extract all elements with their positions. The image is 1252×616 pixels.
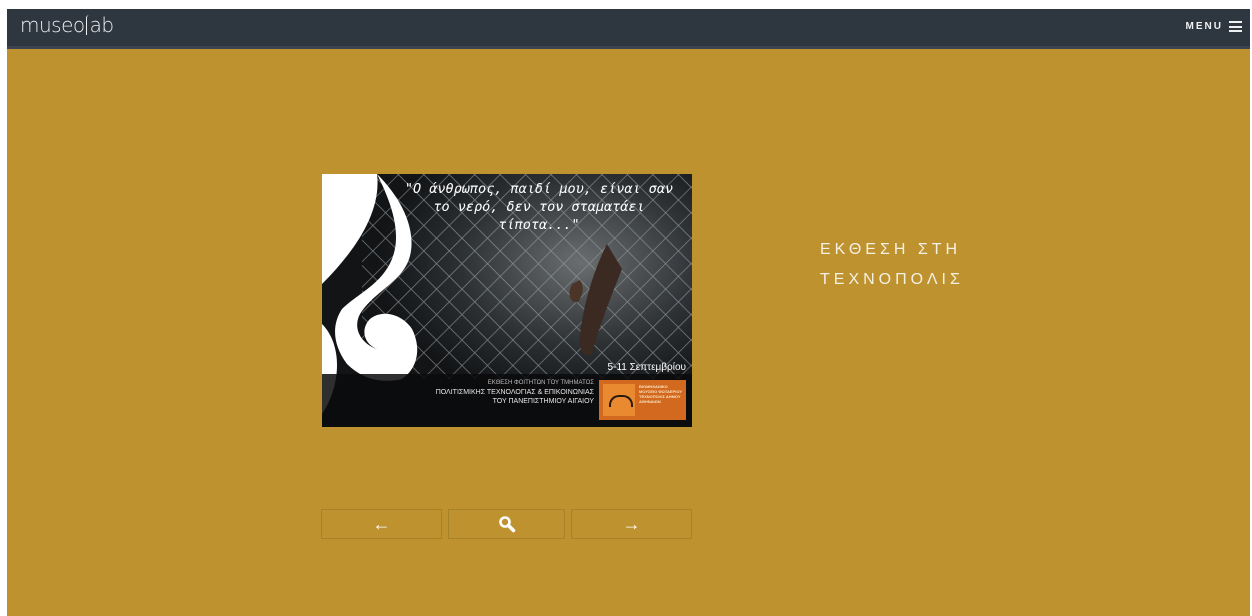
title-line-2: ΤΕΧΝΟΠΟΛΙΣ	[820, 271, 964, 288]
page-frame: museo ab MENU "Ο άνθρωπος, παιδί μου, εί…	[7, 9, 1250, 616]
menu-button[interactable]: MENU	[1186, 21, 1242, 32]
museum-seal-icon	[603, 384, 635, 416]
zoom-button[interactable]	[448, 509, 565, 539]
credit-line-1: ΕΚΘΕΣΗ ΦΟΙΤΗΤΩΝ ΤΟΥ ΤΜΗΜΑΤΟΣ	[487, 380, 594, 386]
badge-text: ΒΙΟΜΗΧΑΝΙΚΟ ΜΟΥΣΕΙΟ ΦΩΤΑΕΡΙΟΥ ΤΕΧΝΟΠΟΛΙΣ…	[639, 384, 683, 404]
credit-line-2: ΠΟΛΙΤΙΣΜΙΚΗΣ ΤΕΧΝΟΛΟΓΙΑΣ & ΕΠΙΚΟΙΝΩΝΙΑΣ	[435, 389, 594, 396]
arrow-right-icon: →	[622, 513, 641, 534]
exhibition-poster-image[interactable]: "Ο άνθρωπος, παιδί μου, είναι σαν το νερ…	[322, 174, 692, 427]
poster-dates: 5-11 Σεπτεμβρίου	[607, 362, 686, 373]
title-line-1: ΕΚΘΕΣΗ ΣΤΗ	[820, 241, 962, 258]
credit-line-3: ΤΟΥ ΠΑΝΕΠΙΣΤΗΜΙΟΥ ΑΙΓΑΙΟΥ	[492, 398, 594, 405]
poster-credits: ΕΚΘΕΣΗ ΦΟΙΤΗΤΩΝ ΤΟΥ ΤΜΗΜΑΤΟΣ ΠΟΛΙΤΙΣΜΙΚΗ…	[322, 379, 594, 406]
hamburger-icon	[1229, 21, 1242, 32]
museum-badge: ΒΙΟΜΗΧΑΝΙΚΟ ΜΟΥΣΕΙΟ ΦΩΤΑΕΡΙΟΥ ΤΕΧΝΟΠΟΛΙΣ…	[599, 380, 686, 420]
menu-label: MENU	[1185, 21, 1223, 32]
previous-button[interactable]: ←	[321, 509, 442, 539]
museolab-logo[interactable]: museo ab	[20, 13, 114, 37]
poster-quote: "Ο άνθρωπος, παιδί μου, είναι σαν το νερ…	[404, 181, 674, 233]
next-button[interactable]: →	[571, 509, 692, 539]
arrow-left-icon: ←	[372, 513, 391, 534]
magnifier-icon	[498, 516, 515, 533]
top-bar: museo ab MENU	[7, 9, 1250, 49]
exhibition-title: ΕΚΘΕΣΗ ΣΤΗ ΤΕΧΝΟΠΟΛΙΣ	[820, 235, 964, 295]
